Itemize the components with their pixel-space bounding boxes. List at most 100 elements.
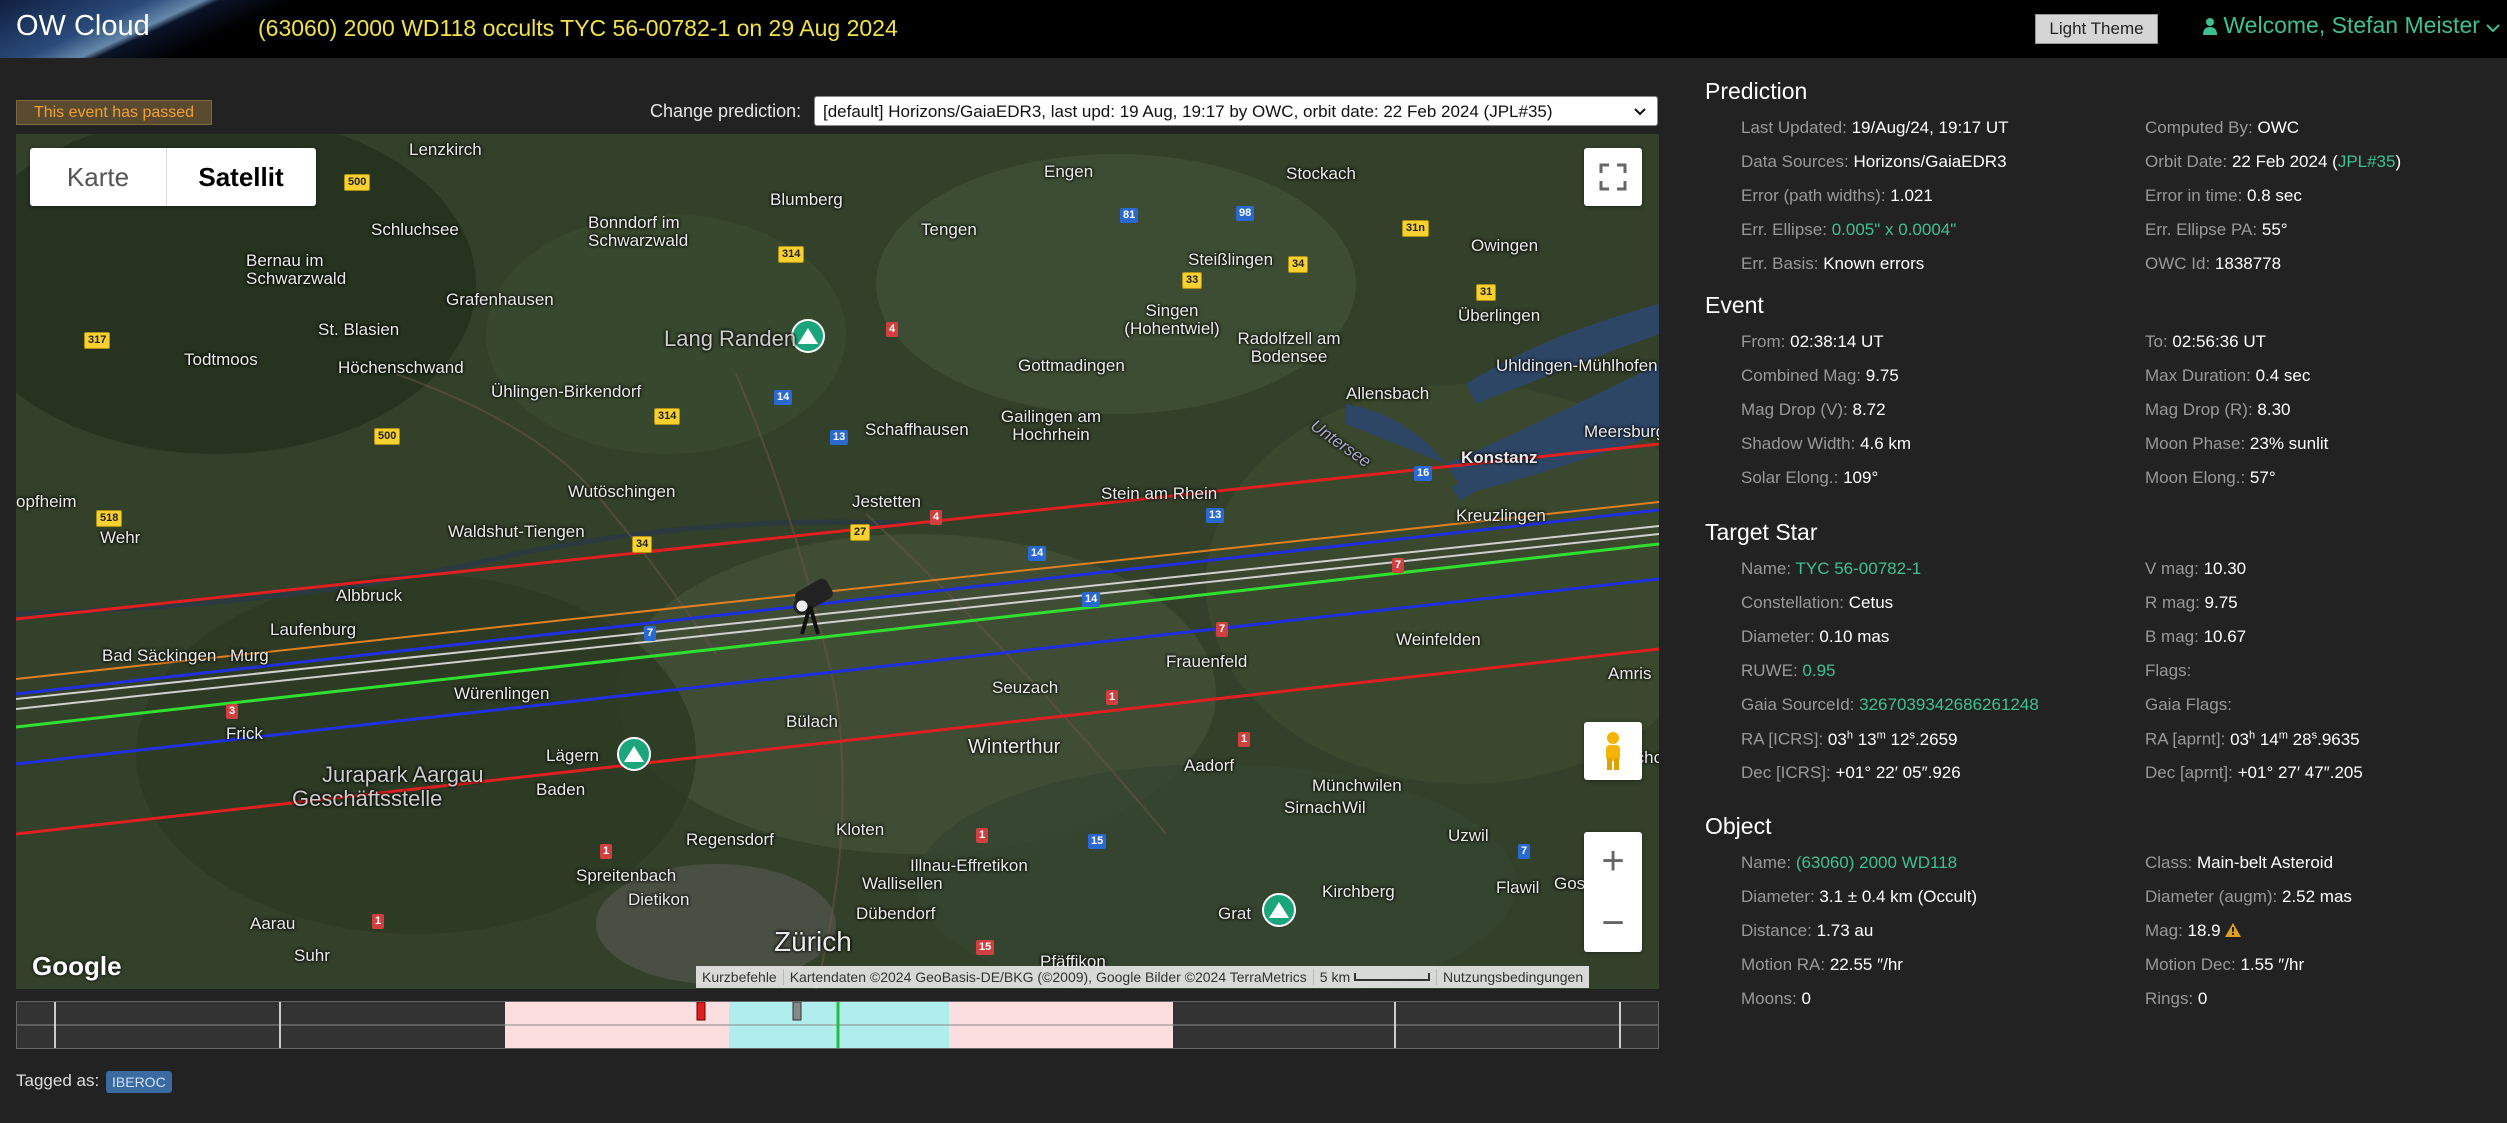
app-logo[interactable]: OW Cloud <box>0 0 300 58</box>
info-value: 1.021 <box>1890 186 1933 205</box>
change-prediction-label: Change prediction: <box>650 101 802 121</box>
street-view-pegman-button[interactable] <box>1584 722 1642 780</box>
google-logo: Google <box>32 951 122 981</box>
info-value: Main-belt Asteroid <box>2196 853 2334 872</box>
place-label: Lägern <box>546 746 599 765</box>
place-label: Zürich <box>774 926 852 957</box>
info-row: Diameter: 0.10 mas <box>1741 627 1889 647</box>
road-number: 1 <box>1238 732 1251 747</box>
place-label: Lang Randen <box>664 326 797 351</box>
road-number: 14 <box>774 390 793 405</box>
place-label: Bad Säckingen <box>102 646 217 665</box>
place-label: Laufenburg <box>270 620 357 639</box>
info-label: Mag Drop (R): <box>2145 400 2253 419</box>
info-label: Err. Ellipse PA: <box>2145 220 2258 239</box>
info-row: V mag: 10.30 <box>2145 559 2246 579</box>
info-label: Error in time: <box>2145 186 2243 205</box>
user-menu[interactable]: Welcome, Stefan Meister <box>2203 12 2501 39</box>
map-type-karte-button[interactable]: Karte <box>30 148 167 206</box>
info-label: Name: <box>1741 559 1792 578</box>
info-label: Motion RA: <box>1741 955 1826 974</box>
err-ellipse-link[interactable]: 0.005" x 0.0004" <box>1832 220 1957 239</box>
star-name-link[interactable]: TYC 56-00782-1 <box>1796 559 1922 578</box>
place-label: Bonndorf im Schwarzwald <box>588 213 689 250</box>
info-row: Solar Elong.: 109° <box>1741 468 1878 488</box>
map-scale-label: 5 km <box>1319 969 1351 985</box>
info-value: 10.30 <box>2203 559 2247 578</box>
place-label: Dübendorf <box>856 904 936 923</box>
place-label: Radolfzell am Bodensee <box>1237 329 1341 366</box>
info-label: Data Sources: <box>1741 152 1849 171</box>
light-theme-button[interactable]: Light Theme <box>2035 14 2158 44</box>
zoom-out-button[interactable]: − <box>1584 894 1642 952</box>
info-value: 10.67 <box>2203 627 2247 646</box>
fullscreen-button[interactable] <box>1584 148 1642 206</box>
prediction-select[interactable]: [default] Horizons/GaiaEDR3, last upd: 1… <box>814 96 1658 126</box>
timeline-graphic <box>17 1002 1658 1048</box>
info-label: Gaia SourceId: <box>1741 695 1855 714</box>
info-row: Error (path widths): 1.021 <box>1741 186 1933 206</box>
info-label: Combined Mag: <box>1741 366 1862 385</box>
ruwe-link[interactable]: 0.95 <box>1802 661 1835 680</box>
terms-of-use-link[interactable]: Nutzungsbedingungen <box>1436 969 1590 985</box>
asteroid-name-link[interactable]: (63060) 2000 WD118 <box>1796 853 1957 872</box>
info-label: Computed By: <box>2145 118 2253 137</box>
place-label: Jurapark Aargau <box>322 762 484 787</box>
road-number: 4 <box>886 322 899 337</box>
info-row: Err. Ellipse: 0.005" x 0.0004" <box>1741 220 1956 240</box>
event-timeline[interactable] <box>16 1001 1659 1049</box>
page-title: (63060) 2000 WD118 occults TYC 56-00782-… <box>258 15 898 41</box>
road-number: 98 <box>1236 206 1255 221</box>
keyboard-shortcuts-link[interactable]: Kurzbefehle <box>696 969 783 985</box>
road-number: 500 <box>344 174 371 191</box>
gaia-sourceid-link[interactable]: 3267039342686261248 <box>1859 695 2039 714</box>
info-row: Name: TYC 56-00782-1 <box>1741 559 1921 579</box>
info-row: Shadow Width: 4.6 km <box>1741 434 1911 454</box>
info-row: R mag: 9.75 <box>2145 593 2238 613</box>
place-label: Spreitenbach <box>576 866 677 885</box>
orbit-source-link[interactable]: JPL#35 <box>2338 152 2396 171</box>
tag-badge[interactable]: IBEROC <box>106 1071 172 1093</box>
info-label: Solar Elong.: <box>1741 468 1839 487</box>
top-bar: OW Cloud (63060) 2000 WD118 occults TYC … <box>0 0 2507 58</box>
info-label: Error (path widths): <box>1741 186 1886 205</box>
chevron-down-icon <box>2486 24 2501 33</box>
map-type-satellit-button[interactable]: Satellit <box>166 148 316 206</box>
info-label: Mag Drop (V): <box>1741 400 1848 419</box>
map-scale[interactable]: 5 km <box>1312 969 1437 985</box>
info-label: Distance: <box>1741 921 1812 940</box>
fullscreen-icon <box>1599 163 1627 191</box>
info-label: Motion Dec: <box>2145 955 2236 974</box>
place-label: Stein am Rhein <box>1101 484 1218 503</box>
road-number: 7 <box>644 626 657 641</box>
info-label: Mag: <box>2145 921 2183 940</box>
place-label: St. Blasien <box>318 320 400 339</box>
occultation-map[interactable]: Lenzkirch Schluchsee Bonndorf im Schwarz… <box>16 134 1659 989</box>
app-logo-text[interactable]: OW Cloud <box>16 10 150 43</box>
map-data-attribution[interactable]: Kartendaten ©2024 GeoBasis-DE/BKG (©2009… <box>782 969 1313 985</box>
road-number: 27 <box>850 524 871 541</box>
info-value: 02:38:14 UT <box>1790 332 1884 351</box>
road-number: 13 <box>1206 508 1225 523</box>
road-number: 518 <box>96 510 123 527</box>
info-row: Gaia Flags: <box>2145 695 2232 715</box>
info-row: RUWE: 0.95 <box>1741 661 1836 681</box>
place-label: Blumberg <box>770 190 843 209</box>
minus-icon: − <box>1601 901 1625 945</box>
road-number: 34 <box>1288 256 1309 273</box>
info-label: R mag: <box>2145 593 2200 612</box>
info-label: Err. Ellipse: <box>1741 220 1827 239</box>
road-number: 7 <box>1518 844 1531 859</box>
road-number: 31 <box>1476 284 1497 301</box>
road-number: 7 <box>1392 558 1405 573</box>
info-value: 9.75 <box>2204 593 2238 612</box>
road-number: 314 <box>778 246 805 263</box>
warning-icon[interactable] <box>2225 923 2242 937</box>
info-row: Distance: 1.73 au <box>1741 921 1873 941</box>
info-value: (Occult) <box>1917 887 1978 906</box>
zoom-in-button[interactable]: + <box>1584 832 1642 890</box>
info-row: Motion Dec: 1.55 ″/hr <box>2145 955 2304 975</box>
info-label: Last Updated: <box>1741 118 1847 137</box>
section-title-event: Event <box>1705 292 1764 318</box>
place-label: Allensbach <box>1346 384 1430 403</box>
